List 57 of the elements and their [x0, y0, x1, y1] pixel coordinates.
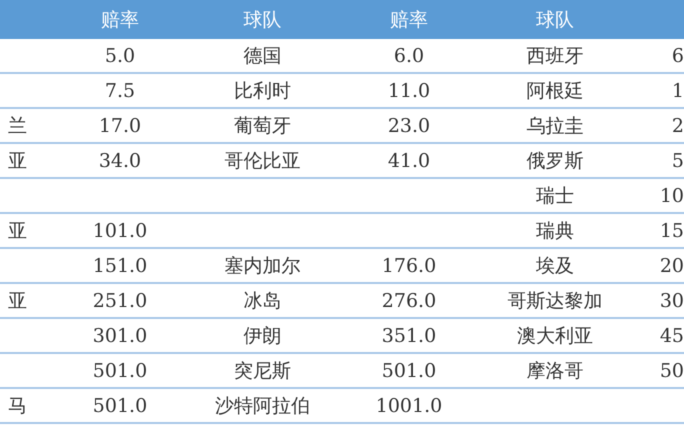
table-cell: 1001.0 — [376, 394, 442, 416]
table-cell: 151.0 — [92, 254, 148, 276]
table-cell: 15 — [660, 220, 684, 242]
table-cell: 17.0 — [98, 114, 142, 136]
table-cell: 50 — [660, 360, 684, 382]
table-cell: 塞内加尔 — [224, 254, 300, 276]
table-cell: 埃及 — [536, 254, 574, 276]
table-cell: 20 — [660, 254, 684, 276]
table-cell: 乌拉圭 — [526, 114, 584, 136]
table-cell: 6.0 — [394, 44, 424, 66]
column-header: 赔率 — [390, 8, 428, 30]
table-cell: 23.0 — [388, 114, 430, 136]
table-cell: 2 — [672, 114, 684, 136]
table-cell: 兰 — [8, 114, 27, 136]
column-header: 球队 — [536, 8, 574, 30]
table-cell: 沙特阿拉伯 — [215, 394, 310, 416]
table-cell: 西班牙 — [526, 44, 584, 66]
table-cell: 351.0 — [382, 324, 436, 346]
table-cell: 俄罗斯 — [526, 150, 584, 172]
table-cell: 276.0 — [382, 290, 436, 312]
table-cell: 5 — [672, 150, 684, 172]
table-cell: 冰岛 — [244, 290, 282, 312]
table-cell: 突尼斯 — [234, 360, 291, 382]
table-cell: 亚 — [8, 220, 27, 242]
table-cell: 176.0 — [382, 254, 436, 276]
table-cell: 瑞士 — [536, 184, 574, 206]
table-cell: 301.0 — [92, 324, 148, 346]
table-cell: 251.0 — [92, 290, 148, 312]
table-cell: 45 — [660, 324, 684, 346]
table-cell: 哥伦比亚 — [224, 150, 300, 172]
table-cell: 瑞典 — [536, 220, 574, 242]
table-cell: 亚 — [8, 150, 27, 172]
table-cell: 摩洛哥 — [526, 360, 584, 382]
table-cell: 哥斯达黎加 — [508, 290, 602, 312]
table-cell: 伊朗 — [244, 324, 282, 346]
table-cell: 马 — [8, 394, 27, 416]
table-cell: 41.0 — [388, 150, 430, 172]
table-cell: 501.0 — [382, 360, 436, 382]
table-cell: 6 — [672, 44, 684, 66]
table-cell: 阿根廷 — [526, 80, 584, 102]
table-cell: 7.5 — [104, 80, 136, 102]
table-cell: 30 — [660, 290, 684, 312]
table-cell: 1 — [672, 80, 684, 102]
table-cell: 5.0 — [104, 44, 136, 66]
column-header: 球队 — [244, 8, 282, 30]
table-cell: 10 — [660, 184, 684, 206]
table-cell: 亚 — [8, 290, 27, 312]
table-cell: 葡萄牙 — [234, 114, 291, 136]
table-cell: 34.0 — [98, 150, 142, 172]
table-cell: 澳大利亚 — [517, 324, 593, 346]
table-cell: 11.0 — [388, 80, 430, 102]
column-header: 赔率 — [101, 8, 139, 30]
table-cell: 501.0 — [92, 360, 148, 382]
table-cell: 比利时 — [234, 80, 291, 102]
table-cell: 101.0 — [92, 220, 148, 242]
table-cell: 501.0 — [92, 394, 148, 416]
table-cell: 德国 — [244, 44, 282, 66]
